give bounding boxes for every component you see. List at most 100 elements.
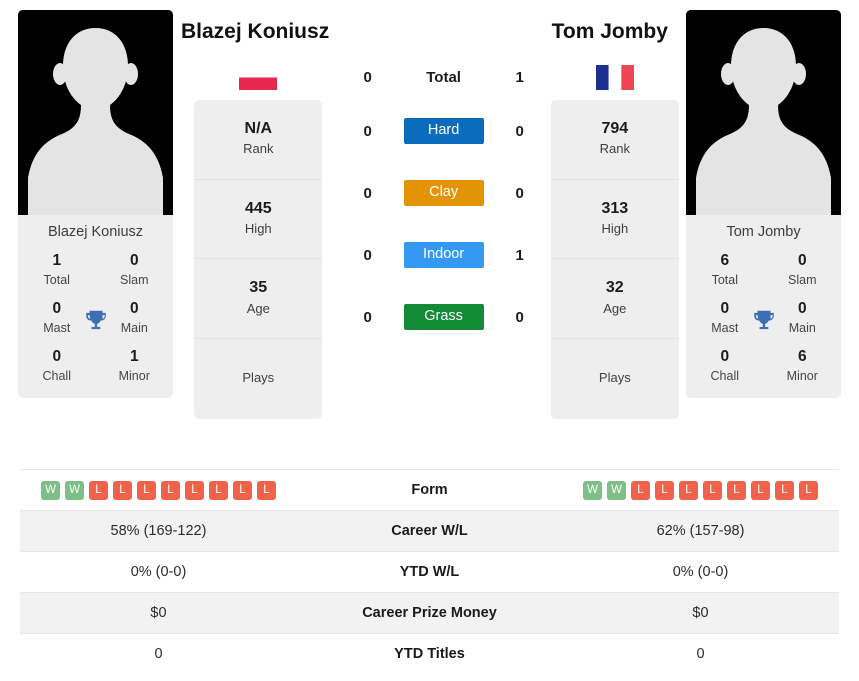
surface-badge-clay[interactable]: Clay <box>403 180 484 206</box>
right-title-main-label: Main <box>788 321 816 336</box>
right-title-slam-label: Slam <box>788 273 817 288</box>
ytd-wl-left: 0% (0-0) <box>20 551 297 593</box>
right-flag-row <box>595 54 634 100</box>
career-prize-money-label: Career Prize Money <box>297 592 562 634</box>
form-badge-loss[interactable]: L <box>185 480 204 500</box>
h2h-total-label: Total <box>426 68 461 86</box>
right-stat-box: 794 Rank 313 High 32 Age Plays <box>550 100 679 419</box>
left-photo-caption: Blazej Koniusz <box>47 224 144 240</box>
right-player-card[interactable]: Tom Jomby 6 Total 0 Slam 0 Mast 0 Main 0… <box>686 10 842 398</box>
left-player-photo <box>18 10 173 215</box>
person-silhouette-icon <box>686 10 842 215</box>
h2h-total-right: 1 <box>515 68 524 86</box>
form-badge-loss[interactable]: L <box>161 480 180 500</box>
form-badge-win[interactable]: W <box>583 480 602 500</box>
career-prize-money-right: $0 <box>562 592 839 634</box>
form-badge-loss[interactable]: L <box>113 480 132 500</box>
left-stat-plays-label: Plays <box>242 369 275 385</box>
left-title-minor-value: 1 <box>129 347 139 365</box>
form-badge-loss[interactable]: L <box>631 480 650 500</box>
form-badge-loss[interactable]: L <box>233 480 252 500</box>
form-badge-loss[interactable]: L <box>679 480 698 500</box>
form-badge-loss[interactable]: L <box>257 480 276 500</box>
left-title-total-label: Total <box>43 273 70 288</box>
right-stat-age: 32 Age <box>550 259 679 339</box>
right-title-total-value: 6 <box>720 252 730 270</box>
form-badge-loss[interactable]: L <box>89 480 108 500</box>
right-player-photo <box>686 10 842 215</box>
ytd-wl-right: 0% (0-0) <box>562 551 839 593</box>
form-badge-win[interactable]: W <box>41 480 60 500</box>
h2h-row-clay: 0 Clay 0 <box>344 162 544 224</box>
right-title-minor-label: Minor <box>786 368 818 383</box>
right-stat-rank: 794 Rank <box>550 100 679 180</box>
h2h-hard-right: 0 <box>515 122 524 140</box>
h2h-row-total: 0 Total 1 <box>344 54 544 100</box>
left-title-minor-label: Minor <box>118 368 150 383</box>
form-badge-loss[interactable]: L <box>703 480 722 500</box>
form-row-label: Form <box>297 469 562 511</box>
surface-badge-indoor[interactable]: Indoor <box>403 242 484 268</box>
trophy-icon <box>753 310 774 330</box>
left-title-total: 1 Total <box>18 248 96 296</box>
right-title-chall-value: 0 <box>720 347 730 365</box>
right-stat-rank-label: Rank <box>599 141 630 157</box>
left-stat-age: 35 Age <box>194 259 323 339</box>
h2h-indoor-right: 1 <box>515 246 524 264</box>
form-badge-loss[interactable]: L <box>727 480 746 500</box>
left-stat-high: 445 High <box>194 180 323 260</box>
right-player-name[interactable]: Tom Jomby <box>552 20 668 44</box>
left-titles-grid: 1 Total 0 Slam 0 Mast 0 Main 0 Chall 1 M… <box>18 248 173 391</box>
left-title-slam-label: Slam <box>120 273 149 288</box>
right-stat-rank-value: 794 <box>601 120 629 137</box>
form-badge-loss[interactable]: L <box>775 480 794 500</box>
left-title-slam: 0 Slam <box>96 248 174 296</box>
h2h-clay-right: 0 <box>515 184 524 202</box>
left-stat-rank-label: Rank <box>243 141 274 157</box>
h2h-surface-column: 0 Total 1 0 Hard 0 0 Clay 0 0 Indoor 1 0… <box>344 10 544 348</box>
right-stat-age-label: Age <box>603 300 627 316</box>
right-form-badges: WWLLLLLLLL <box>562 480 839 500</box>
right-photo-caption: Tom Jomby <box>726 224 801 240</box>
form-badge-win[interactable]: W <box>65 480 84 500</box>
h2h-row-indoor: 0 Indoor 1 <box>344 224 544 286</box>
form-right-cell: WWLLLLLLLL <box>562 469 839 511</box>
right-stat-plays-label: Plays <box>598 369 631 385</box>
left-title-main-value: 0 <box>129 300 139 318</box>
left-title-chall: 0 Chall <box>18 344 96 392</box>
left-stat-high-label: High <box>244 220 272 236</box>
right-title-minor: 6 Minor <box>764 344 842 392</box>
form-badge-loss[interactable]: L <box>799 480 818 500</box>
ytd-titles-right: 0 <box>562 633 839 675</box>
left-player-card[interactable]: Blazej Koniusz 1 Total 0 Slam 0 Mast 0 M… <box>18 10 173 398</box>
right-player-info: Tom Jomby 794 Rank 313 High 32 Age Plays <box>544 10 686 419</box>
table-row-ytd-titles: 0 YTD Titles 0 <box>20 633 839 675</box>
left-stat-age-label: Age <box>246 300 270 316</box>
right-stat-high: 313 High <box>550 180 679 260</box>
form-badge-win[interactable]: W <box>607 480 626 500</box>
right-title-total: 6 Total <box>686 248 764 296</box>
form-left-cell: WWLLLLLLLL <box>20 469 297 511</box>
left-title-total-value: 1 <box>52 252 62 270</box>
right-title-slam: 0 Slam <box>764 248 842 296</box>
surface-badge-grass[interactable]: Grass <box>403 304 484 330</box>
right-title-chall: 0 Chall <box>686 344 764 392</box>
right-stat-high-label: High <box>601 220 629 236</box>
form-badge-loss[interactable]: L <box>751 480 770 500</box>
surface-badge-hard[interactable]: Hard <box>403 118 484 144</box>
form-badge-loss[interactable]: L <box>209 480 228 500</box>
poland-flag-icon <box>239 64 278 90</box>
right-stat-age-value: 32 <box>605 279 624 297</box>
form-badge-loss[interactable]: L <box>655 480 674 500</box>
table-row-career-prize-money: $0 Career Prize Money $0 <box>20 592 839 634</box>
left-stat-rank: N/A Rank <box>194 100 323 180</box>
h2h-total-left: 0 <box>363 68 372 86</box>
form-badge-loss[interactable]: L <box>137 480 156 500</box>
person-silhouette-icon <box>18 10 173 215</box>
career-wl-label: Career W/L <box>297 510 562 552</box>
right-title-chall-label: Chall <box>710 368 740 383</box>
left-title-main-label: Main <box>120 321 148 336</box>
left-player-info: Blazej Koniusz N/A Rank 445 High 35 Age … <box>173 10 344 419</box>
left-player-name[interactable]: Blazej Koniusz <box>181 20 329 44</box>
left-title-slam-value: 0 <box>129 252 139 270</box>
